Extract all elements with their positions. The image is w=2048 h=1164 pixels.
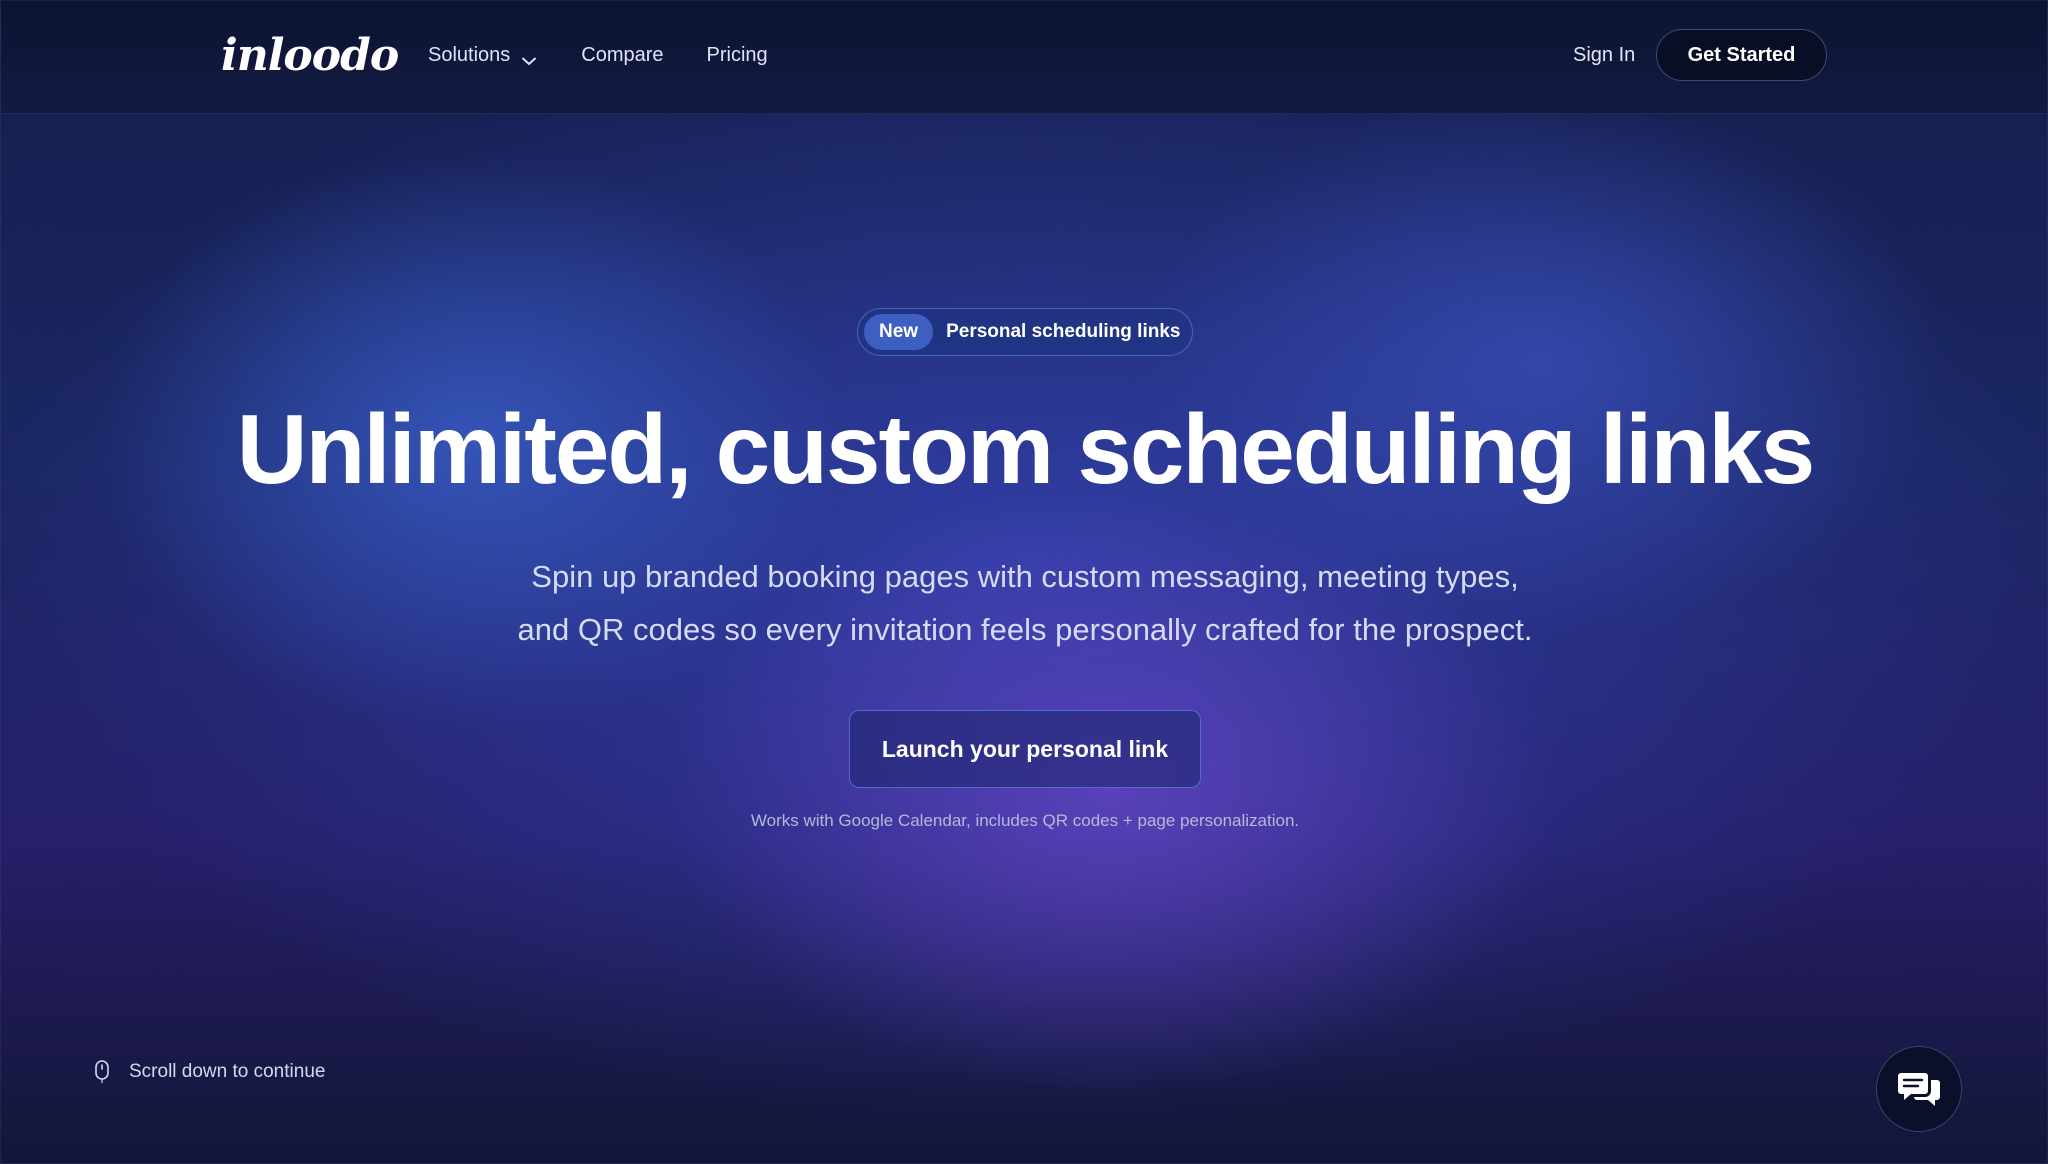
landing-page: inloodo Solutions Compare Pricing Sign I… bbox=[0, 0, 2048, 1164]
nav-item-compare[interactable]: Compare bbox=[581, 37, 663, 73]
brand-logo[interactable]: inloodo bbox=[221, 23, 399, 89]
announcement-badge[interactable]: New Personal scheduling links bbox=[857, 308, 1193, 356]
nav-item-solutions-label: Solutions bbox=[428, 44, 511, 66]
nav-item-pricing-label: Pricing bbox=[706, 44, 768, 66]
chevron-down-icon bbox=[520, 46, 538, 65]
top-navbar: inloodo Solutions Compare Pricing Sign I… bbox=[1, 1, 2047, 114]
nav-item-compare-label: Compare bbox=[581, 44, 664, 66]
hero-headline: Unlimited, custom scheduling links bbox=[236, 394, 1815, 504]
hero-subtext-line-1: Spin up branded booking pages with custo… bbox=[531, 559, 1519, 594]
hero-subtext: Spin up branded booking pages with custo… bbox=[425, 550, 1625, 656]
announcement-text: Personal scheduling links bbox=[946, 321, 1181, 342]
scroll-hint: Scroll down to continue bbox=[93, 1056, 325, 1088]
launch-personal-link-button[interactable]: Launch your personal link bbox=[849, 710, 1201, 788]
new-tag: New bbox=[864, 314, 934, 350]
chat-bubbles-icon bbox=[1897, 1069, 1941, 1109]
hero-subtext-line-2: and QR codes so every invitation feels p… bbox=[517, 612, 1533, 647]
sign-in-link[interactable]: Sign In bbox=[1573, 37, 1635, 73]
nav-item-pricing[interactable]: Pricing bbox=[707, 37, 768, 73]
main-nav: Solutions Compare Pricing bbox=[428, 37, 768, 73]
get-started-button[interactable]: Get Started bbox=[1656, 29, 1827, 81]
mouse-icon bbox=[93, 1059, 111, 1085]
nav-item-solutions[interactable]: Solutions bbox=[428, 37, 538, 73]
chat-support-button[interactable] bbox=[1876, 1046, 1962, 1132]
integration-note: Works with Google Calendar, includes QR … bbox=[750, 811, 1300, 830]
scroll-hint-text: Scroll down to continue bbox=[129, 1061, 326, 1082]
